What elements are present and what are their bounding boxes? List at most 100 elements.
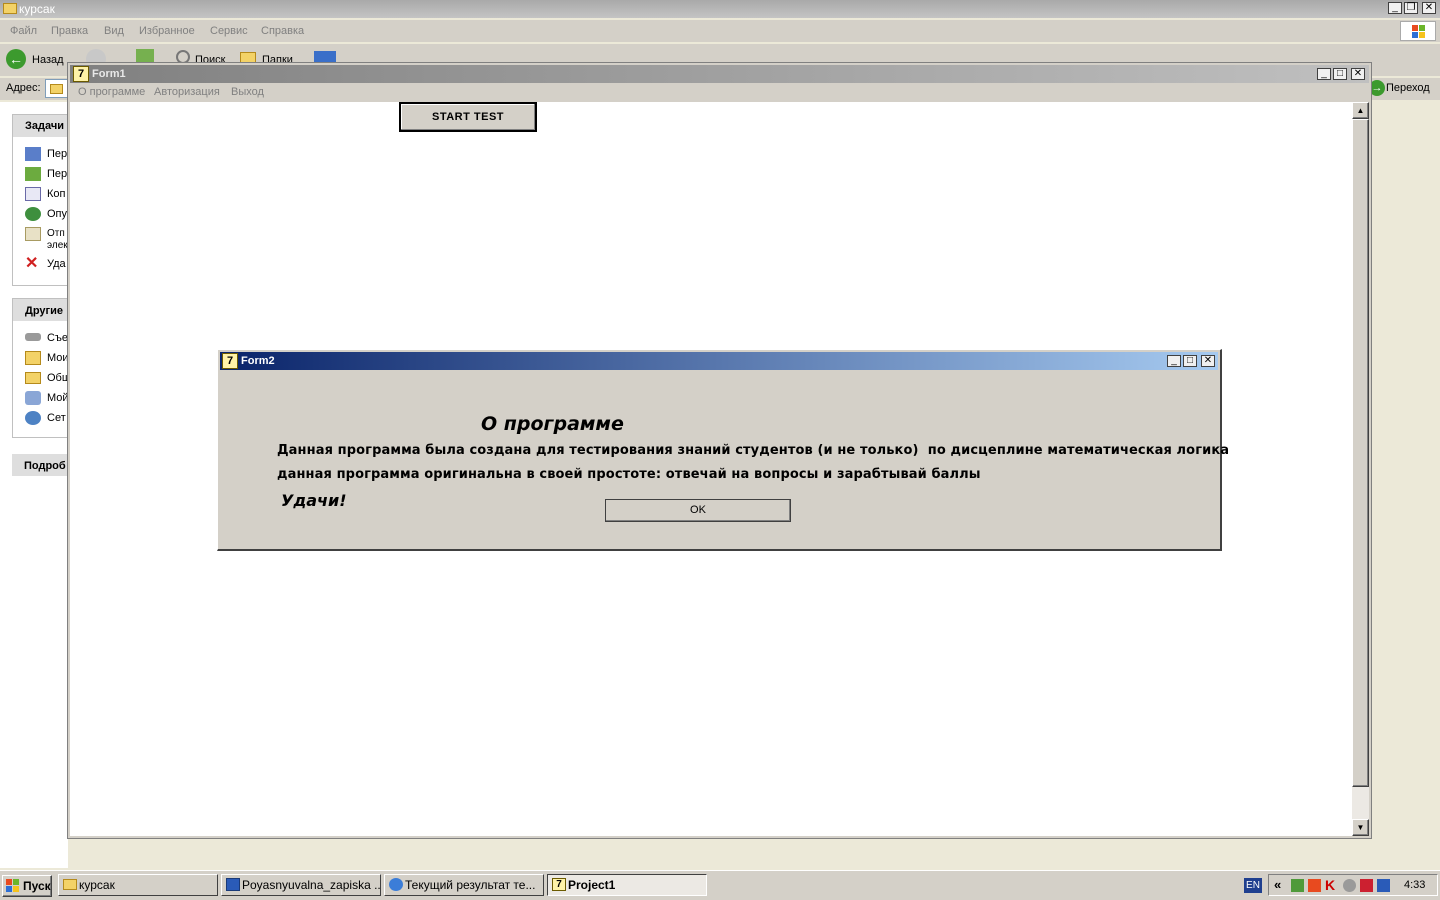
tray-app-icon[interactable]	[1308, 879, 1321, 892]
explorer-title: курсак	[19, 2, 55, 16]
shared-folder-icon	[25, 372, 41, 384]
taskbar-item-label: Poyasnyuvalna_zapiska ...	[242, 878, 381, 892]
explorer-menubar: Файл Правка Вид Избранное Сервис Справка	[0, 20, 1440, 42]
start-button[interactable]: Пуск	[2, 875, 52, 897]
tray-app-icon[interactable]	[1377, 879, 1390, 892]
explorer-left-pane: Задачи Пер Пер Коп Опу Отп элек ✕ Уда Др…	[0, 102, 71, 868]
taskbar-item-browser[interactable]: Текущий результат те...	[384, 874, 544, 896]
form1-close-button[interactable]: ✕	[1351, 68, 1365, 80]
form1-titlebar: 7 Form1 _ □ ✕	[70, 65, 1369, 83]
task-item[interactable]: Опу	[47, 208, 67, 220]
delphi-app-icon: 7	[552, 878, 566, 891]
menu-favorites[interactable]: Избранное	[133, 25, 201, 37]
publish-icon	[25, 207, 41, 221]
close-button[interactable]: ✕	[1422, 2, 1436, 14]
other-item[interactable]: Мои	[47, 352, 69, 364]
about-line-1: Данная программа была создана для тестир…	[277, 443, 1230, 458]
restore-button[interactable]: ❐	[1404, 2, 1418, 14]
back-label[interactable]: Назад	[32, 54, 64, 66]
task-item[interactable]: Пер	[47, 148, 67, 160]
word-icon	[226, 878, 240, 891]
menu-view[interactable]: Вид	[98, 25, 130, 37]
taskbar-item-label: курсак	[79, 878, 115, 892]
form2-titlebar: 7 Form2 _ □ ✕	[220, 352, 1218, 370]
internet-explorer-icon	[389, 878, 403, 891]
rename-icon	[25, 147, 41, 161]
details-panel: Подроб	[12, 454, 68, 476]
task-item[interactable]: Уда	[47, 258, 66, 270]
form2-minimize-button[interactable]: _	[1167, 355, 1181, 367]
details-header[interactable]: Подроб	[24, 460, 66, 472]
form1-title: Form1	[92, 68, 126, 80]
tray-shield-icon[interactable]	[1360, 879, 1373, 892]
other-item[interactable]: Съе	[47, 332, 68, 344]
language-label: EN	[1246, 880, 1260, 891]
menu-exit[interactable]: Выход	[225, 86, 270, 98]
minimize-button[interactable]: _	[1388, 2, 1402, 14]
menu-authorization[interactable]: Авторизация	[148, 86, 226, 98]
taskbar-item-label: Текущий результат те...	[405, 878, 536, 892]
go-label[interactable]: Переход	[1386, 82, 1430, 94]
start-test-button[interactable]: START TEST	[399, 102, 537, 132]
my-computer-icon	[25, 391, 41, 405]
back-icon[interactable]: ←	[6, 49, 26, 69]
form2-close-button[interactable]: ✕	[1201, 355, 1215, 367]
vertical-scrollbar[interactable]: ▲ ▼	[1352, 102, 1369, 836]
task-item[interactable]: Отп элек	[47, 228, 68, 252]
tray-expand-icon[interactable]: «	[1274, 877, 1281, 892]
tasks-header[interactable]: Задачи	[25, 120, 64, 132]
folder-icon	[50, 84, 63, 94]
folder-icon	[63, 879, 77, 890]
menu-about[interactable]: О программе	[72, 86, 151, 98]
tray-antivirus-icon[interactable]: K	[1325, 878, 1338, 892]
other-header[interactable]: Другие	[25, 305, 63, 317]
system-tray: « K 4:33	[1268, 874, 1438, 896]
email-icon	[25, 227, 41, 241]
form2-dialog: 7 Form2 _ □ ✕ О программе Данная програм…	[217, 349, 1229, 551]
scroll-up-button[interactable]: ▲	[1352, 102, 1369, 119]
scroll-thumb[interactable]	[1352, 119, 1369, 787]
start-test-label: START TEST	[431, 111, 504, 123]
language-indicator[interactable]: EN	[1244, 878, 1262, 893]
start-label: Пуск	[23, 879, 51, 893]
delphi-app-icon: 7	[73, 66, 89, 82]
task-item[interactable]: Коп	[47, 188, 65, 200]
form1-menubar: О программе Авторизация Выход	[70, 83, 1369, 101]
taskbar-item-label: Project1	[568, 878, 616, 892]
explorer-titlebar: курсак _ ❐ ✕	[0, 0, 1440, 18]
form1-minimize-button[interactable]: _	[1317, 68, 1331, 80]
taskbar-item-project1[interactable]: 7 Project1	[547, 874, 707, 896]
folder-icon	[3, 3, 17, 14]
task-item[interactable]: Пер	[47, 168, 67, 180]
delphi-app-icon: 7	[222, 353, 238, 369]
menu-edit[interactable]: Правка	[45, 25, 94, 37]
copy-icon	[25, 187, 41, 201]
address-label: Адрес:	[6, 82, 41, 94]
about-heading: О программе	[481, 413, 624, 435]
menu-file[interactable]: Файл	[4, 25, 43, 37]
ok-button[interactable]: OK	[605, 499, 791, 522]
taskbar-item-word[interactable]: Poyasnyuvalna_zapiska ...	[221, 874, 381, 896]
drive-icon	[25, 333, 41, 341]
form2-title: Form2	[241, 355, 275, 367]
ok-label: OK	[690, 504, 706, 516]
network-icon	[25, 411, 41, 425]
delete-icon: ✕	[25, 255, 39, 272]
menu-tools[interactable]: Сервис	[204, 25, 254, 37]
menu-help[interactable]: Справка	[255, 25, 310, 37]
good-luck-label: Удачи!	[281, 491, 347, 510]
my-docs-icon	[25, 351, 41, 365]
tray-app-icon[interactable]	[1291, 879, 1304, 892]
other-item[interactable]: Сет	[47, 412, 66, 424]
tray-network-icon[interactable]	[1343, 879, 1356, 892]
taskbar-item-explorer[interactable]: курсак	[58, 874, 218, 896]
about-line-2: данная программа оригинальна в своей про…	[277, 467, 981, 482]
other-item[interactable]: Мой	[47, 392, 69, 404]
scroll-down-button[interactable]: ▼	[1352, 819, 1369, 836]
windows-flag-icon	[6, 879, 20, 893]
move-icon	[25, 167, 41, 181]
windows-logo-icon	[1400, 21, 1436, 41]
form1-maximize-button[interactable]: □	[1333, 68, 1347, 80]
form2-maximize-button[interactable]: □	[1183, 355, 1197, 367]
clock: 4:33	[1404, 879, 1426, 891]
